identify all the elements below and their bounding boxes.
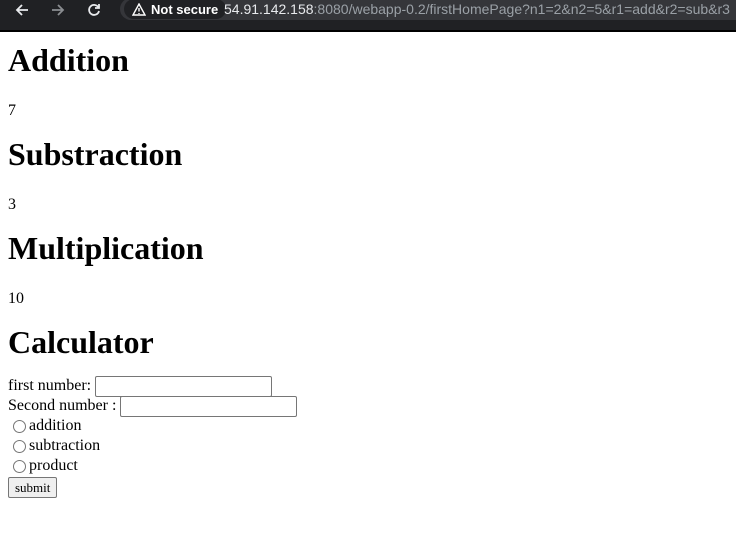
product-option-label: product bbox=[29, 457, 78, 474]
warning-icon bbox=[132, 2, 146, 16]
security-indicator[interactable]: Not secure bbox=[124, 0, 227, 19]
subtraction-radio[interactable] bbox=[13, 439, 26, 453]
browser-toolbar: Not secure 54.91.142.158:8080/webapp-0.2… bbox=[0, 0, 736, 32]
subtraction-option[interactable]: subtraction bbox=[8, 436, 728, 456]
first-number-label: first number: bbox=[8, 377, 92, 394]
multiplication-heading: Multiplication bbox=[8, 230, 204, 266]
submit-button[interactable]: submit bbox=[8, 477, 58, 498]
addition-option[interactable]: addition bbox=[8, 416, 728, 436]
multiplication-result: 10 bbox=[8, 290, 24, 307]
first-number-input[interactable] bbox=[95, 375, 273, 397]
second-number-row: Second number : bbox=[8, 395, 728, 417]
back-button[interactable] bbox=[8, 0, 36, 20]
addition-radio[interactable] bbox=[13, 419, 26, 433]
addition-result: 7 bbox=[8, 102, 16, 119]
arrow-right-icon bbox=[52, 4, 65, 16]
second-number-input[interactable] bbox=[120, 395, 298, 417]
address-bar[interactable]: Not secure 54.91.142.158:8080/webapp-0.2… bbox=[120, 0, 736, 20]
arrow-left-icon bbox=[15, 4, 28, 16]
not-secure-label: Not secure bbox=[151, 1, 219, 17]
subtraction-result: 3 bbox=[8, 196, 16, 213]
url-host: 54.91.142.158 bbox=[224, 1, 314, 17]
subtraction-heading: Substraction bbox=[8, 136, 183, 172]
calculator-heading: Calculator bbox=[8, 324, 154, 360]
addition-heading: Addition bbox=[8, 42, 129, 78]
product-radio[interactable] bbox=[13, 459, 26, 473]
url-path: :8080/webapp-0.2/firstHomePage?n1=2&n2=5… bbox=[313, 1, 730, 17]
reload-icon bbox=[88, 4, 100, 16]
second-number-label: Second number : bbox=[8, 397, 117, 414]
first-number-row: first number: bbox=[8, 375, 728, 397]
calculator-form: first number: Second number : addition s… bbox=[8, 375, 728, 498]
url-text: 54.91.142.158:8080/webapp-0.2/firstHomeP… bbox=[224, 1, 730, 17]
reload-button[interactable] bbox=[80, 0, 108, 20]
product-option[interactable]: product bbox=[8, 456, 728, 476]
addition-option-label: addition bbox=[29, 417, 82, 434]
page-content: Addition 7 Substraction 3 Multiplication… bbox=[8, 32, 728, 498]
subtraction-option-label: subtraction bbox=[29, 437, 101, 454]
forward-button[interactable] bbox=[44, 0, 72, 20]
